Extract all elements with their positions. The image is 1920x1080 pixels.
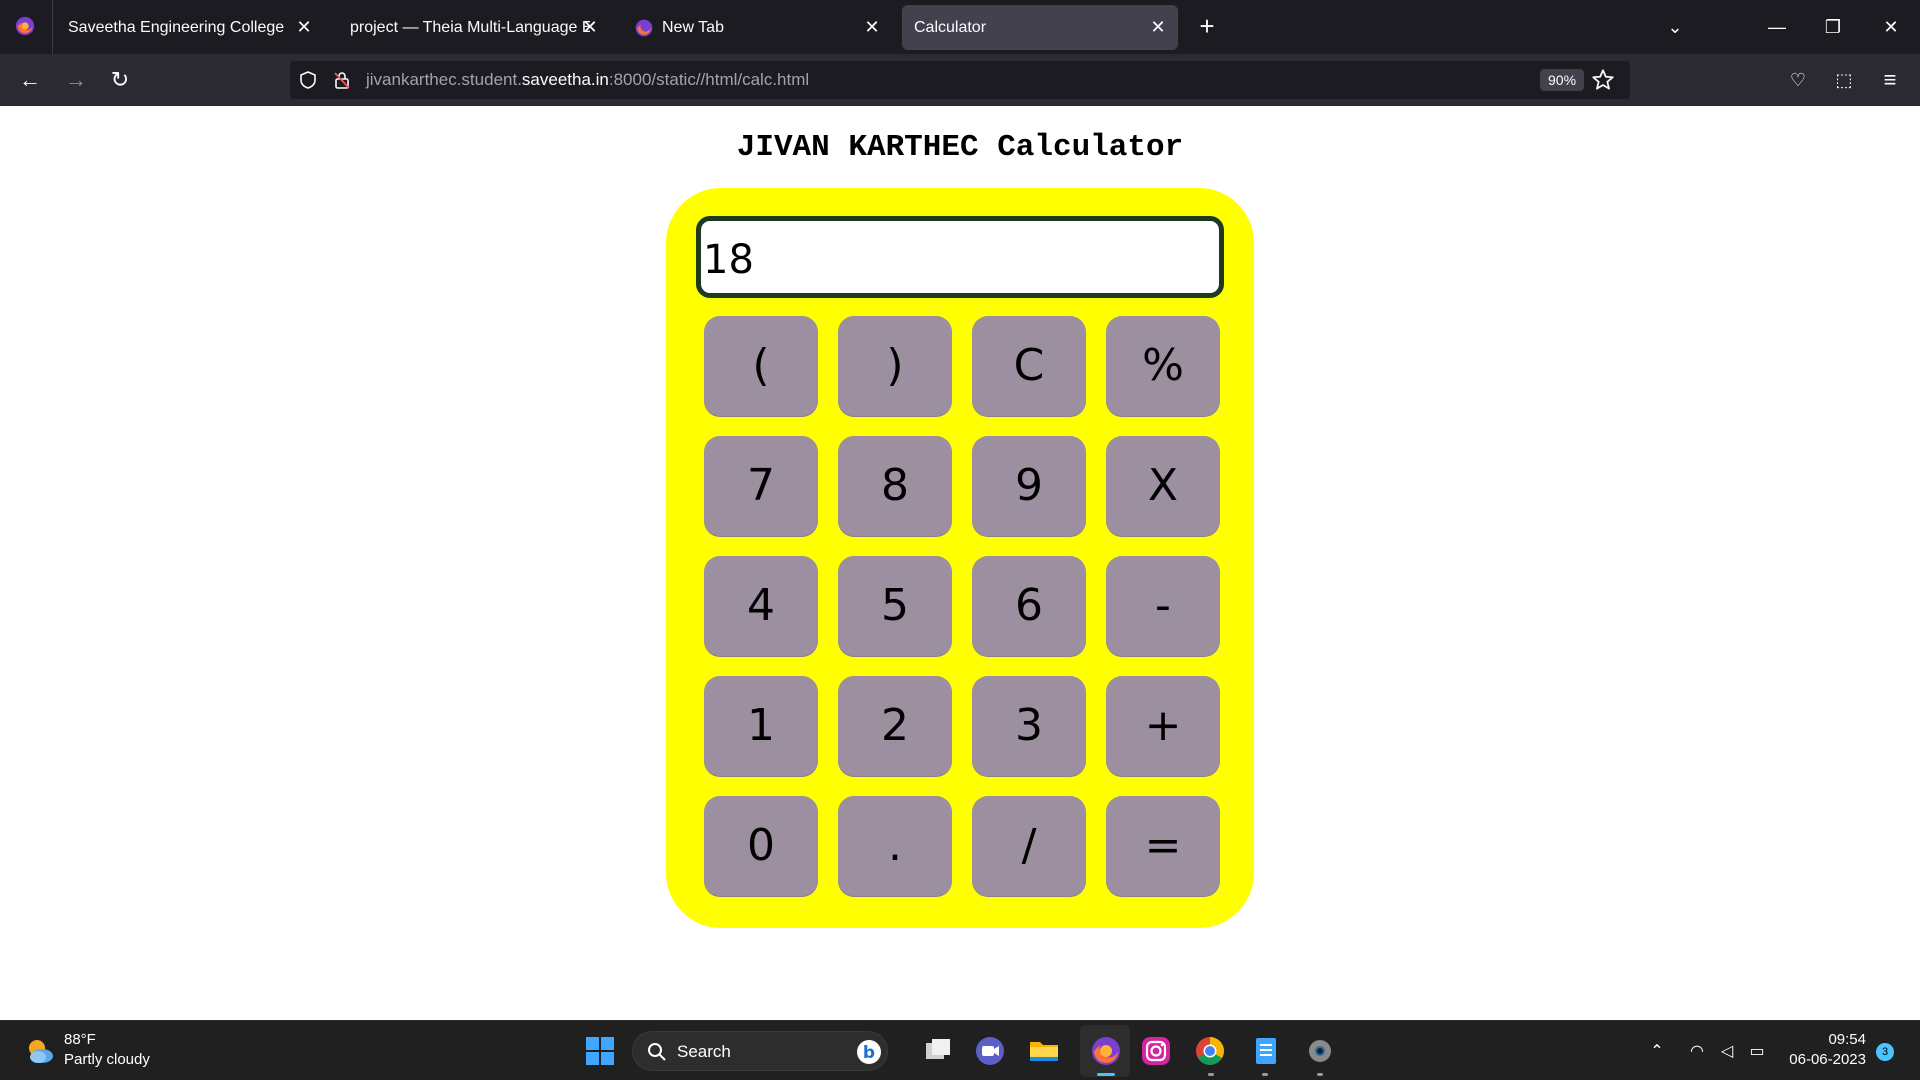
tab-bar: Saveetha Engineering College ✕ project —… (0, 0, 1920, 54)
calculator-body: 18 ( ) C % 7 8 9 X 4 5 6 - 1 2 3 + 0 . /… (666, 188, 1254, 928)
running-indicator (1262, 1073, 1268, 1076)
close-tab-icon[interactable]: ✕ (580, 17, 600, 37)
key-2[interactable]: 2 (838, 676, 952, 776)
chrome-icon[interactable] (1192, 1033, 1228, 1069)
restore-icon[interactable]: ❐ (1818, 12, 1848, 42)
show-hidden-icons-chevron-icon[interactable]: ⌃ (1646, 1041, 1668, 1063)
firefox-taskbar-icon[interactable] (1088, 1033, 1124, 1069)
key-divide[interactable]: / (972, 796, 1086, 896)
tab-label: Calculator (914, 18, 987, 36)
key-close-paren[interactable]: ) (838, 316, 952, 416)
extensions-icon[interactable]: ⬚ (1828, 64, 1860, 96)
notepad-icon[interactable] (1248, 1033, 1284, 1069)
calculator-display[interactable]: 18 (696, 216, 1224, 298)
key-decimal[interactable]: . (838, 796, 952, 896)
menu-hamburger-icon[interactable]: ≡ (1874, 64, 1906, 96)
volume-icon[interactable]: ◁ (1716, 1041, 1738, 1063)
key-1[interactable]: 1 (704, 676, 818, 776)
running-indicator (1208, 1073, 1214, 1076)
clock-time[interactable]: 09:54 (1828, 1031, 1866, 1048)
navigation-bar: ← → ↻ jivankarthec.student.saveetha.in:8… (0, 54, 1920, 106)
insecure-lock-icon[interactable] (332, 70, 352, 90)
key-6[interactable]: 6 (972, 556, 1086, 656)
clock-date[interactable]: 06-06-2023 (1789, 1051, 1866, 1068)
bing-icon[interactable]: b (855, 1038, 883, 1066)
weather-temperature[interactable]: 88°F (64, 1031, 96, 1048)
running-indicator (1317, 1073, 1323, 1076)
url-domain: saveetha.in (521, 70, 609, 89)
settings-gear-icon[interactable] (1302, 1033, 1338, 1069)
tab-saveetha[interactable]: Saveetha Engineering College ✕ (56, 5, 324, 50)
close-tab-icon[interactable]: ✕ (294, 17, 314, 37)
key-percent[interactable]: % (1106, 316, 1220, 416)
taskbar-search[interactable]: Search b (632, 1031, 888, 1071)
key-equals[interactable]: = (1106, 796, 1220, 896)
search-label: Search (677, 1042, 731, 1061)
list-all-tabs-icon[interactable]: ⌄ (1660, 12, 1690, 42)
firefox-menu-icon[interactable] (14, 15, 36, 37)
instagram-icon[interactable] (1138, 1033, 1174, 1069)
partly-cloudy-icon[interactable] (24, 1035, 56, 1067)
key-open-paren[interactable]: ( (704, 316, 818, 416)
key-subtract[interactable]: - (1106, 556, 1220, 656)
key-9[interactable]: 9 (972, 436, 1086, 536)
windows-start-icon[interactable] (582, 1033, 618, 1069)
key-4[interactable]: 4 (704, 556, 818, 656)
task-view-icon[interactable] (920, 1033, 956, 1069)
close-tab-icon[interactable]: ✕ (862, 17, 882, 37)
close-window-icon[interactable]: ✕ (1876, 12, 1906, 42)
bookmark-star-icon[interactable] (1590, 67, 1616, 93)
back-arrow-icon[interactable]: ← (14, 64, 46, 96)
teams-chat-icon[interactable] (972, 1033, 1008, 1069)
web-page: JIVAN KARTHEC Calculator 18 ( ) C % 7 8 … (0, 106, 1920, 1020)
tab-label: project — Theia Multi-Language Ex (350, 18, 590, 36)
weather-description[interactable]: Partly cloudy (64, 1051, 150, 1068)
key-0[interactable]: 0 (704, 796, 818, 896)
minimize-icon[interactable]: — (1762, 12, 1792, 42)
page-title: JIVAN KARTHEC Calculator (736, 130, 1184, 165)
tab-separator (52, 0, 53, 54)
url-suffix: :8000/static//html/calc.html (608, 70, 810, 89)
tab-label: Saveetha Engineering College (68, 18, 285, 36)
firefox-tab-icon (635, 19, 653, 36)
file-explorer-icon[interactable] (1026, 1033, 1062, 1069)
reload-icon[interactable]: ↻ (104, 64, 136, 96)
key-add[interactable]: + (1106, 676, 1220, 776)
url-bar[interactable]: jivankarthec.student.saveetha.in:8000/st… (290, 61, 1630, 99)
notification-count-badge[interactable]: 3 (1876, 1043, 1894, 1061)
key-multiply[interactable]: X (1106, 436, 1220, 536)
tab-label: New Tab (662, 18, 724, 36)
battery-icon[interactable]: ▭ (1746, 1041, 1768, 1063)
new-tab-button[interactable]: + (1192, 11, 1222, 41)
svg-text:b: b (863, 1043, 875, 1063)
zoom-level-button[interactable]: 90% (1540, 69, 1585, 91)
tab-calculator[interactable]: Calculator ✕ (902, 5, 1178, 50)
key-7[interactable]: 7 (704, 436, 818, 536)
close-tab-icon[interactable]: ✕ (1148, 17, 1168, 37)
tab-theia[interactable]: project — Theia Multi-Language Ex ✕ (338, 5, 610, 50)
key-clear[interactable]: C (972, 316, 1086, 416)
key-5[interactable]: 5 (838, 556, 952, 656)
active-indicator (1097, 1073, 1115, 1076)
forward-arrow-icon[interactable]: → (60, 64, 92, 96)
wifi-icon[interactable]: ◠ (1686, 1041, 1708, 1063)
url-text[interactable]: jivankarthec.student.saveetha.in:8000/st… (366, 70, 809, 90)
search-icon (648, 1043, 666, 1061)
key-3[interactable]: 3 (972, 676, 1086, 776)
windows-taskbar: 88°F Partly cloudy Search b ⌃ ◠ ◁ ▭ 09:5… (0, 1020, 1920, 1080)
shield-icon[interactable] (298, 70, 318, 90)
key-8[interactable]: 8 (838, 436, 952, 536)
pocket-icon[interactable]: ♡ (1782, 64, 1814, 96)
tab-new-tab[interactable]: New Tab ✕ (622, 5, 892, 50)
url-prefix: jivankarthec.student. (366, 70, 522, 89)
